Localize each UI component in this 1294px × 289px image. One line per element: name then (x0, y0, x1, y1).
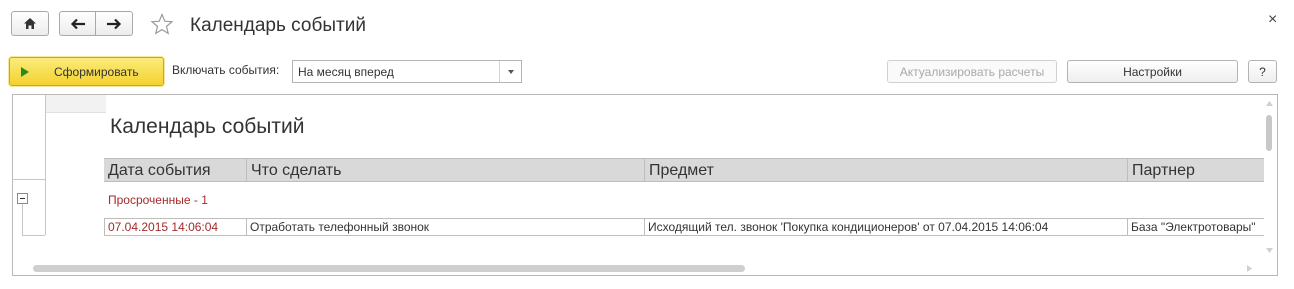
back-button[interactable] (59, 11, 96, 36)
home-icon (24, 18, 36, 29)
play-icon (21, 66, 29, 77)
report-title: Календарь событий (110, 115, 305, 138)
collapse-group-toggle[interactable] (17, 193, 28, 204)
group-overdue-label[interactable]: Просроченные - 1 (108, 193, 208, 207)
corner-cell (46, 95, 106, 113)
gutter-divider (13, 179, 45, 180)
collapse-minus-icon (20, 198, 25, 199)
scroll-down-icon[interactable] (1266, 248, 1273, 253)
vertical-scrollbar-thumb[interactable] (1266, 115, 1272, 151)
horizontal-scrollbar-thumb[interactable] (33, 265, 745, 272)
settings-button[interactable]: Настройки (1067, 60, 1238, 83)
generate-button[interactable]: Сформировать (9, 57, 164, 86)
page-title: Календарь событий (190, 15, 366, 36)
column-header-date: Дата события (108, 162, 211, 179)
tree-line (22, 235, 45, 236)
scroll-up-icon[interactable] (1266, 101, 1273, 106)
cell-date[interactable]: 07.04.2015 14:06:04 (104, 219, 246, 235)
dropdown-arrow-icon (507, 69, 514, 74)
cell-task[interactable]: Отработать телефонный звонок (246, 219, 644, 235)
report-area[interactable]: Календарь событий Дата события Что сдела… (12, 94, 1278, 276)
column-header-subject: Предмет (644, 159, 1127, 181)
scroll-right-icon[interactable] (1247, 265, 1252, 272)
generate-button-label: Сформировать (54, 64, 139, 79)
gutter-divider (45, 95, 46, 235)
back-arrow-icon (70, 18, 85, 29)
close-icon[interactable]: × (1268, 11, 1277, 29)
forward-arrow-icon (107, 18, 122, 29)
table-header: Дата события Что сделать Предмет Партнер (104, 158, 1264, 182)
cell-partner[interactable]: База "Электротовары" (1127, 219, 1264, 235)
include-events-value: На месяц вперед (298, 65, 394, 79)
favorite-button[interactable] (150, 12, 174, 35)
tree-line (22, 204, 23, 236)
dropdown-button[interactable] (499, 61, 521, 82)
help-button[interactable]: ? (1248, 60, 1277, 83)
cell-subject[interactable]: Исходящий тел. звонок 'Покупка кондицион… (644, 219, 1127, 235)
column-header-partner: Партнер (1127, 159, 1264, 181)
include-events-label: Включать события: (172, 63, 280, 77)
column-header-task: Что сделать (246, 159, 644, 181)
include-events-select[interactable]: На месяц вперед (292, 60, 522, 83)
table-row[interactable]: 07.04.2015 14:06:04 Отработать телефонны… (104, 218, 1264, 236)
favorite-star-icon (150, 12, 174, 35)
forward-button[interactable] (96, 11, 133, 36)
history-nav (59, 11, 133, 36)
actualize-button[interactable]: Актуализировать расчеты (887, 60, 1057, 83)
home-button[interactable] (11, 11, 49, 36)
